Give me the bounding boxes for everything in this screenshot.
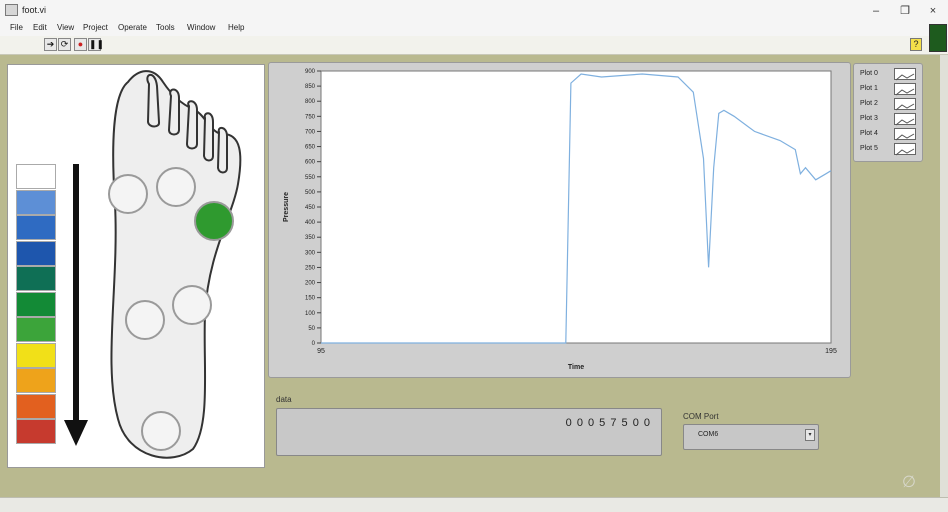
plot-style-icon: [895, 148, 915, 156]
com-port-select[interactable]: COM6 ▾: [683, 424, 819, 450]
legend-plot-5-swatch[interactable]: [894, 143, 916, 156]
menu-window[interactable]: Window: [187, 23, 215, 32]
scale-swatch: [16, 215, 56, 240]
scale-swatch: [16, 317, 56, 342]
vi-connector-icon: [929, 24, 947, 52]
y-tick-label: 350: [305, 235, 316, 241]
toolbar: ➔ ⟳ ● ❚❚ ?: [0, 36, 948, 55]
legend-plot-5-label: Plot 5: [860, 145, 878, 152]
sensor-arch-right: [172, 285, 212, 325]
scale-swatch: [16, 419, 56, 444]
run-continuously-icon[interactable]: ⟳: [58, 38, 71, 51]
close-button[interactable]: ×: [921, 3, 945, 19]
y-tick-label: 750: [305, 114, 316, 120]
pause-icon[interactable]: ❚❚: [88, 38, 104, 51]
help-button[interactable]: ?: [910, 38, 922, 51]
legend-plot-4-swatch[interactable]: [894, 128, 916, 141]
y-tick-label: 150: [305, 296, 316, 302]
menu-project[interactable]: Project: [83, 23, 108, 32]
scale-swatch: [16, 368, 56, 393]
plot-style-icon: [895, 88, 915, 96]
scale-swatch: [16, 393, 56, 419]
sensor-heel: [141, 411, 181, 451]
menu-tools[interactable]: Tools: [156, 23, 175, 32]
plot-legend: Plot 0 Plot 1 Plot 2 Plot 3 Plot 4 Plot …: [853, 63, 923, 162]
scale-swatch: [16, 240, 56, 266]
dropdown-arrow-icon[interactable]: ▾: [805, 429, 815, 441]
plot-area: [320, 70, 832, 344]
scale-swatch: [16, 291, 56, 317]
sensor-toe-mid: [156, 167, 196, 207]
legend-plot-4-label: Plot 4: [860, 130, 878, 137]
menu-view[interactable]: View: [57, 23, 74, 32]
sensor-toe-left: [108, 174, 148, 214]
pressure-chart[interactable]: 0 50 100 150 200 250 300 350 400 450 500 550 600 650 7…: [268, 62, 849, 376]
window-title: foot.vi: [22, 5, 47, 15]
y-tick-label: 450: [305, 205, 316, 211]
title-bar: foot.vi – ❐ ×: [0, 0, 948, 22]
legend-plot-0-swatch[interactable]: [894, 68, 916, 81]
vertical-scrollbar[interactable]: [940, 55, 948, 497]
plot-style-icon: [895, 103, 915, 111]
legend-plot-1-label: Plot 1: [860, 85, 878, 92]
plot-style-icon: [895, 73, 915, 81]
legend-plot-2-swatch[interactable]: [894, 98, 916, 111]
y-tick-label: 600: [305, 160, 316, 166]
ni-logo-icon: ∅: [902, 474, 916, 491]
y-tick-label: 400: [305, 220, 316, 226]
foot-outline: [108, 70, 242, 459]
y-tick-label: 0: [312, 341, 316, 347]
legend-plot-1-swatch[interactable]: [894, 83, 916, 96]
legend-plot-3-label: Plot 3: [860, 115, 878, 122]
labview-icon: [5, 4, 18, 16]
y-tick-label: 800: [305, 99, 316, 105]
sensor-ball-right: [194, 201, 234, 241]
y-tick-label: 650: [305, 145, 316, 151]
plot-style-icon: [895, 133, 915, 141]
y-tick-label: 550: [305, 175, 316, 181]
legend-plot-0-label: Plot 0: [860, 70, 878, 77]
menu-operate[interactable]: Operate: [118, 23, 147, 32]
y-axis-label: Pressure: [283, 192, 290, 222]
y-tick-label: 250: [305, 265, 316, 271]
y-tick-label: 900: [305, 69, 316, 75]
minimize-button[interactable]: –: [864, 3, 888, 19]
scale-swatch: [16, 266, 56, 291]
data-label: data: [276, 395, 292, 404]
run-arrow-icon[interactable]: ➔: [44, 38, 57, 51]
menu-help[interactable]: Help: [228, 23, 244, 32]
down-arrow-icon: [64, 164, 88, 446]
y-tick-label: 300: [305, 250, 316, 256]
maximize-button[interactable]: ❐: [893, 3, 917, 19]
x-tick-label: 195: [825, 348, 837, 355]
horizontal-scrollbar[interactable]: [0, 497, 948, 512]
menu-edit[interactable]: Edit: [33, 23, 47, 32]
data-value: 0 0 0 5 7 5 0 0: [565, 417, 651, 429]
y-tick-label: 200: [305, 281, 316, 287]
y-tick-label: 500: [305, 190, 316, 196]
data-indicator: 0 0 0 5 7 5 0 0: [276, 408, 662, 456]
abort-icon[interactable]: ●: [74, 38, 87, 51]
scale-swatch: [16, 189, 56, 215]
scale-swatch: [16, 164, 56, 189]
y-tick-label: 850: [305, 84, 316, 90]
y-tick-label: 100: [305, 311, 316, 317]
legend-plot-2-label: Plot 2: [860, 100, 878, 107]
menu-file[interactable]: File: [10, 23, 23, 32]
menu-bar: File Edit View Project Operate Tools Win…: [0, 22, 948, 36]
scale-swatch: [16, 342, 56, 368]
x-tick-label: 95: [317, 348, 325, 355]
y-tick-label: 700: [305, 129, 316, 135]
legend-plot-3-swatch[interactable]: [894, 113, 916, 126]
y-tick-label: 50: [308, 326, 315, 332]
plot-style-icon: [895, 118, 915, 126]
x-axis-label: Time: [568, 364, 584, 371]
com-port-value: COM6: [698, 431, 719, 438]
com-port-label: COM Port: [683, 412, 719, 421]
sensor-arch-left: [125, 300, 165, 340]
